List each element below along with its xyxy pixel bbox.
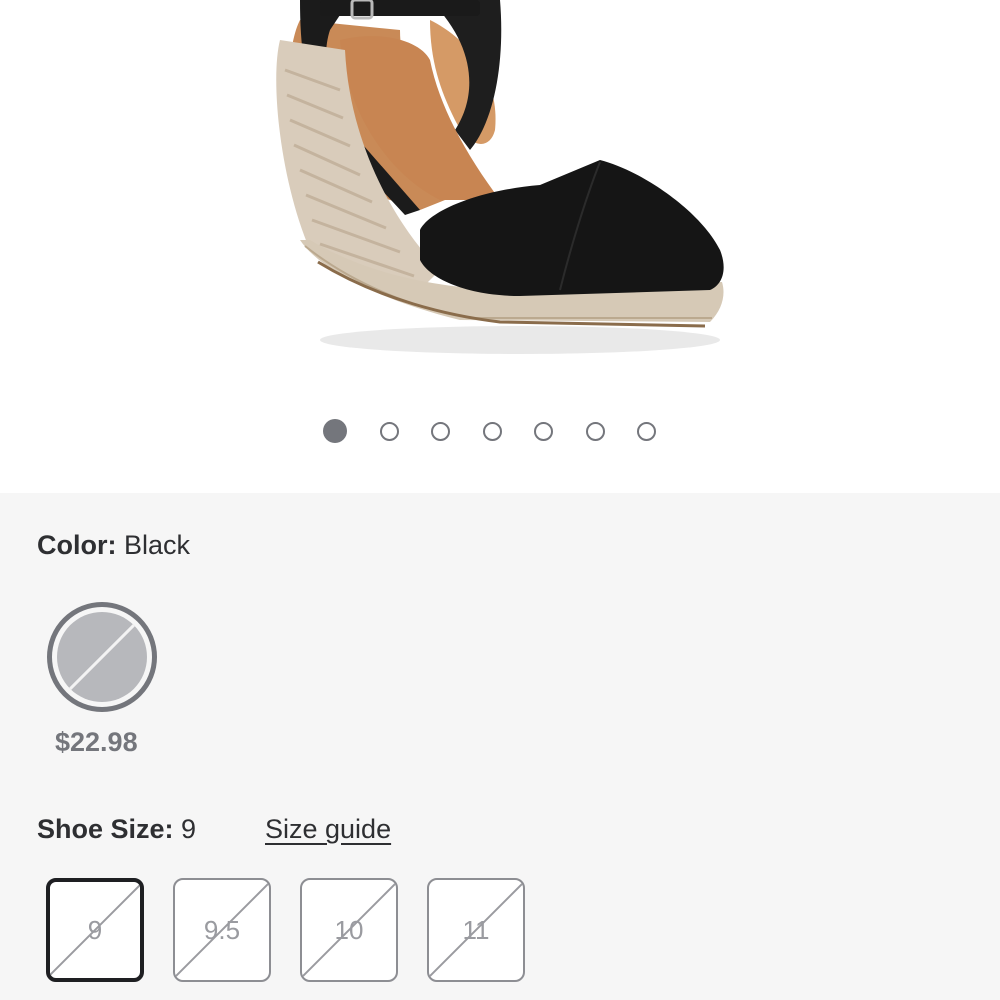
size-option-label: 11	[462, 914, 490, 945]
size-guide-link[interactable]: Size guide	[265, 814, 391, 845]
size-option-9-5[interactable]: 9.5	[173, 878, 271, 982]
carousel-dot-7[interactable]	[637, 421, 656, 441]
color-swatch-black[interactable]	[47, 602, 157, 712]
color-value: Black	[124, 530, 191, 560]
size-heading: Shoe Size: 9	[37, 814, 196, 845]
carousel-indicators	[323, 419, 689, 443]
size-value: 9	[181, 814, 197, 844]
size-option-10[interactable]: 10	[300, 878, 398, 982]
carousel-dot-6[interactable]	[585, 421, 605, 441]
size-option-label: 9	[87, 914, 103, 945]
color-label: Color:	[37, 530, 117, 560]
size-label: Shoe Size:	[37, 814, 174, 844]
swatch-price: $22.98	[55, 727, 138, 757]
carousel-dot-5[interactable]	[534, 421, 553, 441]
size-option-label: 9.5	[203, 914, 241, 945]
carousel-dot-1[interactable]	[323, 419, 347, 443]
carousel-dot-2[interactable]	[379, 421, 399, 441]
carousel-dot-3[interactable]	[431, 421, 450, 441]
color-heading: Color: Black	[37, 530, 190, 561]
size-option-11[interactable]: 11	[427, 878, 525, 982]
size-option-label: 10	[334, 914, 364, 945]
size-option-9[interactable]: 9	[46, 878, 144, 982]
size-options: 9 9.5 10 11	[46, 878, 554, 982]
swatch-unavailable-fill	[57, 612, 147, 702]
product-image-area	[0, 0, 1000, 493]
carousel-dot-4[interactable]	[482, 421, 502, 441]
